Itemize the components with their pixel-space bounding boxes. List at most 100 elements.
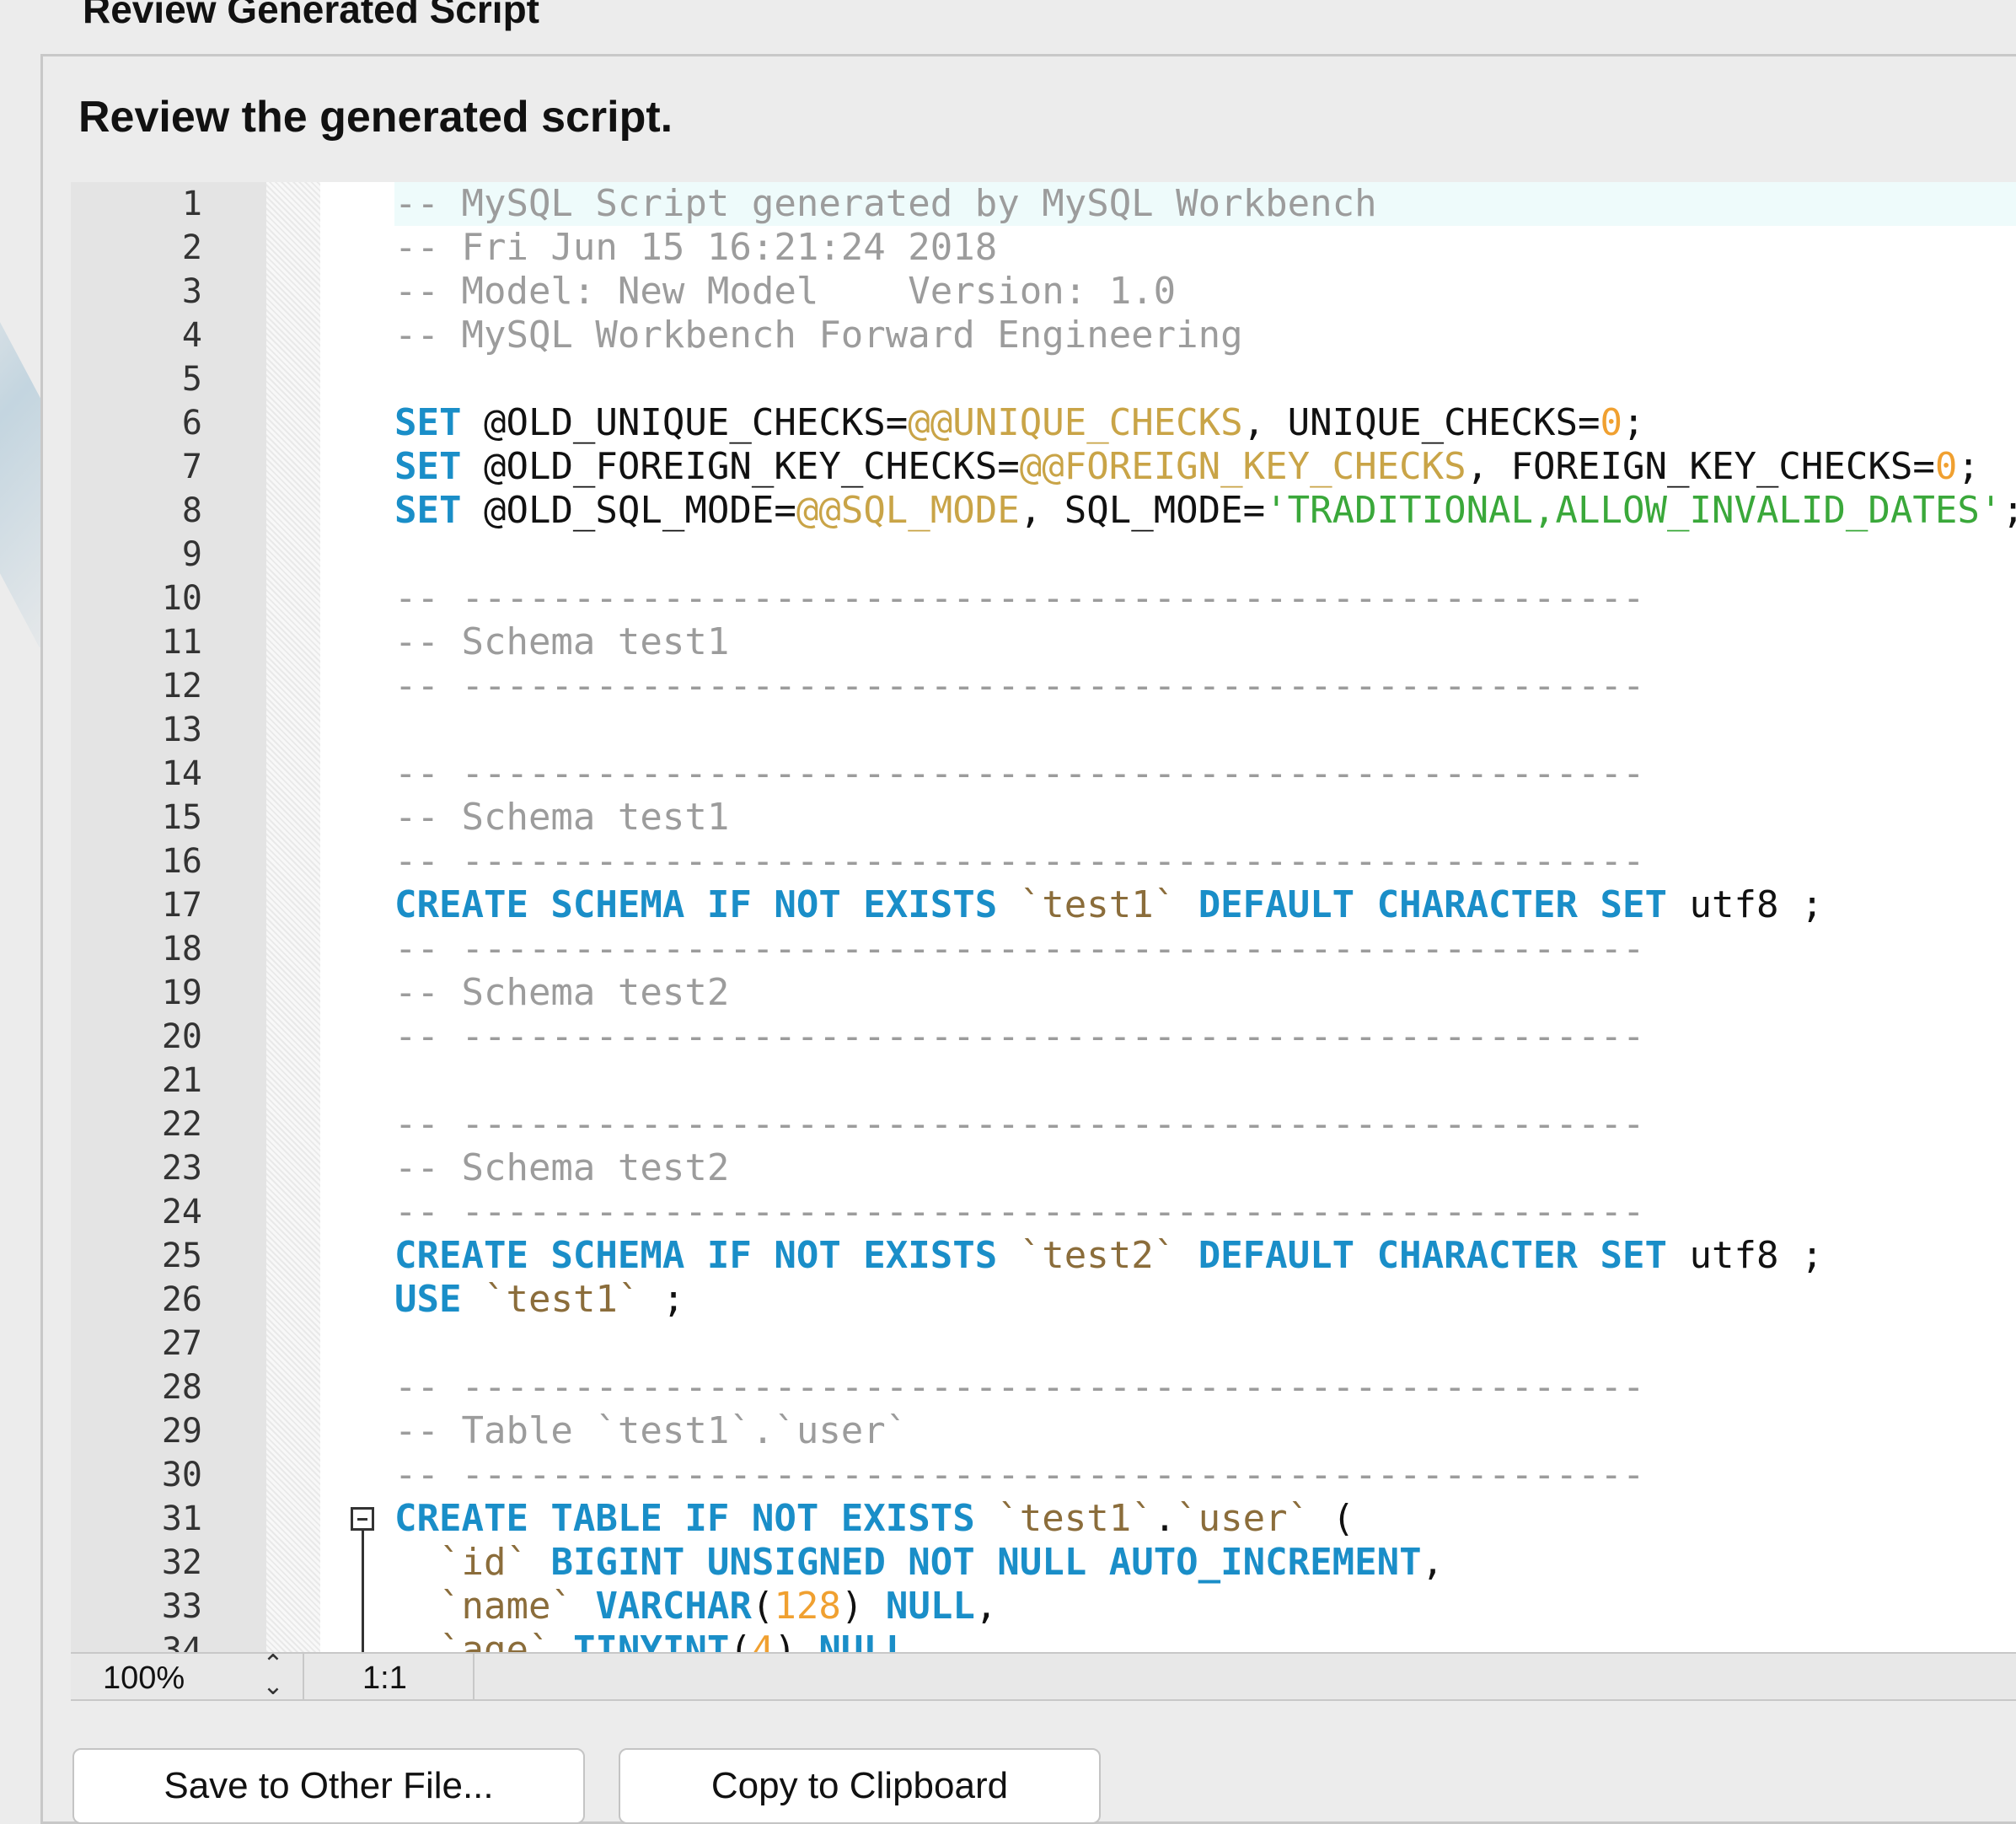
code-line[interactable]: 10 -- -----------------------------------… xyxy=(71,577,2016,620)
line-number: 2 xyxy=(181,228,202,267)
wizard-step-title: Review Generated Script xyxy=(83,0,539,31)
sql-keyword: CREATE SCHEMA IF NOT EXISTS xyxy=(394,883,998,926)
code-line[interactable]: 22 -- -----------------------------------… xyxy=(71,1102,2016,1146)
sql-keyword: NULL xyxy=(885,1585,975,1628)
line-number: 14 xyxy=(161,754,202,793)
code-line[interactable]: 32 `id` BIGINT UNSIGNED NOT NULL AUTO_IN… xyxy=(71,1541,2016,1585)
code-line[interactable]: 3 -- Model: New Model Version: 1.0 xyxy=(71,270,2016,314)
line-number: 27 xyxy=(161,1324,202,1363)
code-line[interactable]: 26 USE `test1` ; xyxy=(71,1278,2016,1322)
code-line[interactable]: 24 -- -----------------------------------… xyxy=(71,1190,2016,1234)
code-comment: -- -------------------------------------… xyxy=(394,752,1645,795)
code-text-line: -- -------------------------------------… xyxy=(394,752,2016,796)
copy-to-clipboard-button[interactable]: Copy to Clipboard xyxy=(619,1748,1101,1824)
code-text: ; xyxy=(1622,401,1645,444)
code-text-line xyxy=(394,533,2016,577)
code-line[interactable]: 29 -- Table `test1`.`user` xyxy=(71,1409,2016,1453)
line-number: 7 xyxy=(181,448,202,486)
code-line[interactable]: 31 CREATE TABLE IF NOT EXISTS `test1`.`us… xyxy=(71,1497,2016,1541)
code-line[interactable]: 25 CREATE SCHEMA IF NOT EXISTS `test2` DE… xyxy=(71,1234,2016,1278)
code-line[interactable]: 9 xyxy=(71,533,2016,577)
code-text-line xyxy=(394,1059,2016,1102)
code-line[interactable]: 16 -- -----------------------------------… xyxy=(71,840,2016,883)
sql-keyword: SET xyxy=(394,489,462,532)
code-text: . xyxy=(1153,1497,1177,1540)
code-comment: -- Fri Jun 15 16:21:24 2018 xyxy=(394,226,998,269)
fold-guide-line xyxy=(362,1628,364,1652)
code-comment: -- -------------------------------------… xyxy=(394,664,1645,707)
code-line[interactable]: 2 -- Fri Jun 15 16:21:24 2018 xyxy=(71,226,2016,270)
code-line[interactable]: 14 -- -----------------------------------… xyxy=(71,752,2016,796)
code-line[interactable]: 19 -- Schema test2 xyxy=(71,971,2016,1015)
identifier: `test1` xyxy=(1019,883,1177,926)
code-line[interactable]: 5 xyxy=(71,357,2016,401)
code-line[interactable]: 27 xyxy=(71,1322,2016,1365)
system-variable: @@SQL_MODE xyxy=(796,489,1020,532)
code-text: ( xyxy=(1310,1497,1355,1540)
number-literal: 0 xyxy=(1600,401,1623,444)
sql-script-editor[interactable]: 1 -- MySQL Script generated by MySQL Work… xyxy=(71,182,2016,1652)
code-text-line: `name` VARCHAR(128) NULL, xyxy=(394,1585,2016,1628)
code-line[interactable]: 33 `name` VARCHAR(128) NULL, xyxy=(71,1585,2016,1628)
code-line[interactable]: 21 xyxy=(71,1059,2016,1102)
code-line[interactable]: 28 -- -----------------------------------… xyxy=(71,1365,2016,1409)
code-line[interactable]: 11 -- Schema test1 xyxy=(71,620,2016,664)
code-line[interactable]: 15 -- Schema test1 xyxy=(71,796,2016,840)
zoom-level[interactable]: 100% xyxy=(103,1659,185,1698)
code-line[interactable]: 12 -- -----------------------------------… xyxy=(71,664,2016,708)
code-text: ; xyxy=(1957,445,1980,488)
code-text-line xyxy=(394,1322,2016,1365)
code-text-line: -- -------------------------------------… xyxy=(394,1015,2016,1059)
code-text-line xyxy=(394,708,2016,752)
code-line[interactable]: 1 -- MySQL Script generated by MySQL Work… xyxy=(71,182,2016,226)
code-line[interactable]: 4 -- MySQL Workbench Forward Engineering xyxy=(71,314,2016,357)
collapse-fold-icon[interactable] xyxy=(351,1507,374,1531)
code-text: @OLD_SQL_MODE= xyxy=(461,489,796,532)
code-line[interactable]: 7 SET @OLD_FOREIGN_KEY_CHECKS=@@FOREIGN_K… xyxy=(71,445,2016,489)
code-line[interactable]: 34 `age` TINYINT(4) NULL, xyxy=(71,1628,2016,1652)
save-to-other-file-button[interactable]: Save to Other File... xyxy=(72,1748,585,1824)
code-comment: -- -------------------------------------… xyxy=(394,1015,1645,1058)
line-number: 10 xyxy=(161,579,202,618)
code-comment: -- Table `test1`.`user` xyxy=(394,1409,909,1452)
code-text: @OLD_UNIQUE_CHECKS= xyxy=(461,401,909,444)
code-line[interactable]: 8 SET @OLD_SQL_MODE=@@SQL_MODE, SQL_MODE=… xyxy=(71,489,2016,533)
code-line[interactable]: 13 xyxy=(71,708,2016,752)
string-literal: 'TRADITIONAL,ALLOW_INVALID_DATES' xyxy=(1265,489,2003,532)
code-line[interactable]: 23 -- Schema test2 xyxy=(71,1146,2016,1190)
code-line[interactable]: 6 SET @OLD_UNIQUE_CHECKS=@@UNIQUE_CHECKS,… xyxy=(71,401,2016,445)
line-number: 30 xyxy=(161,1456,202,1494)
line-number: 18 xyxy=(161,930,202,968)
line-number: 5 xyxy=(181,360,202,399)
code-line[interactable]: 20 -- -----------------------------------… xyxy=(71,1015,2016,1059)
sql-keyword: BIGINT UNSIGNED NOT NULL AUTO_INCREMENT xyxy=(550,1541,1422,1584)
code-line[interactable]: 30 -- -----------------------------------… xyxy=(71,1453,2016,1497)
up-down-chevron-icon[interactable]: ⌃ ⌄ xyxy=(256,1652,290,1699)
line-number: 6 xyxy=(181,404,202,443)
code-text-line: CREATE TABLE IF NOT EXISTS `test1`.`user… xyxy=(394,1497,2016,1541)
code-comment: -- -------------------------------------… xyxy=(394,1453,1645,1496)
code-text-line: `age` TINYINT(4) NULL, xyxy=(394,1628,2016,1652)
identifier: `id` xyxy=(438,1541,528,1584)
line-number: 26 xyxy=(161,1280,202,1319)
sql-keyword: SET xyxy=(394,401,462,444)
code-line[interactable]: 17 CREATE SCHEMA IF NOT EXISTS `test1` DE… xyxy=(71,883,2016,927)
identifier: `test1` xyxy=(483,1278,641,1321)
line-number: 15 xyxy=(161,798,202,837)
system-variable: @@FOREIGN_KEY_CHECKS xyxy=(1019,445,1466,488)
fold-guide-line xyxy=(362,1531,364,1541)
code-line[interactable]: 18 -- -----------------------------------… xyxy=(71,927,2016,971)
line-number: 25 xyxy=(161,1237,202,1275)
code-text: @OLD_FOREIGN_KEY_CHECKS= xyxy=(461,445,1020,488)
code-text-line: -- Model: New Model Version: 1.0 xyxy=(394,270,2016,314)
line-number: 31 xyxy=(161,1499,202,1538)
code-lines: 1 -- MySQL Script generated by MySQL Work… xyxy=(71,182,2016,1652)
line-number: 11 xyxy=(161,623,202,662)
sql-keyword: DEFAULT CHARACTER SET xyxy=(1198,1234,1667,1277)
code-comment: -- Schema test1 xyxy=(394,620,730,663)
